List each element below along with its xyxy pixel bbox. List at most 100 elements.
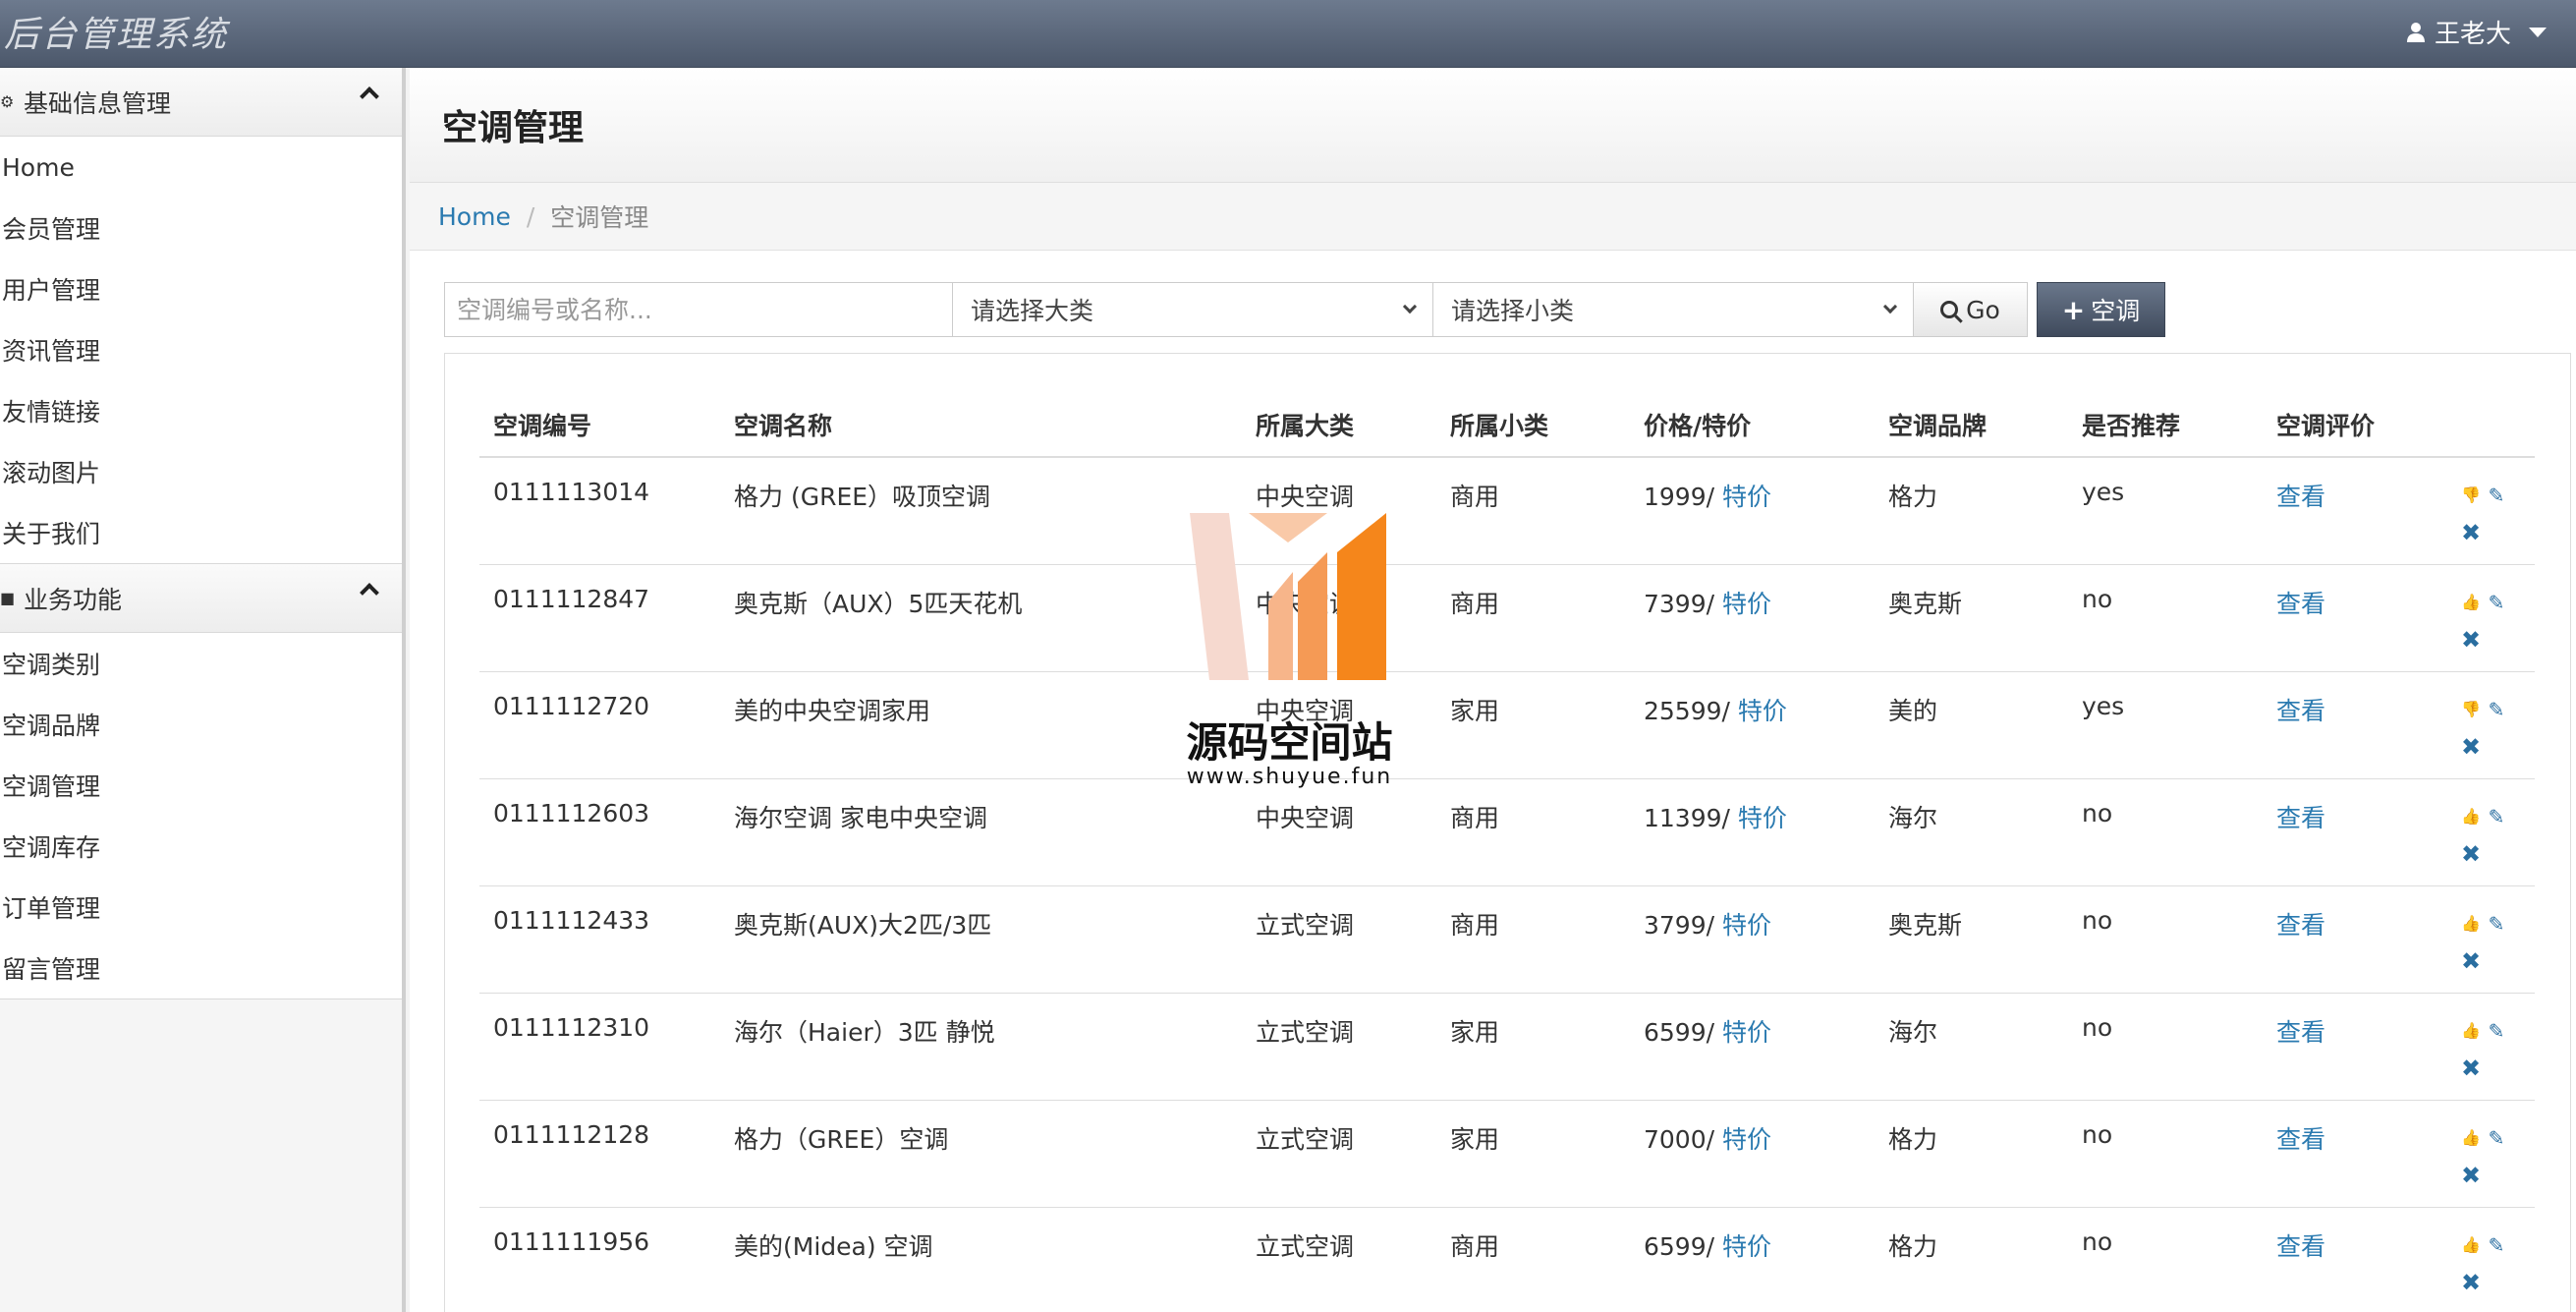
view-review-link[interactable]: 查看 bbox=[2276, 697, 2325, 725]
special-price-link[interactable]: 特价 bbox=[1722, 483, 1771, 511]
delete-x-icon[interactable]: ✖ bbox=[2460, 729, 2482, 765]
edit-pencil-icon[interactable]: ✎ bbox=[2486, 692, 2507, 727]
special-price-link[interactable]: 特价 bbox=[1722, 590, 1771, 618]
thumbs-up-icon[interactable]: 👍 bbox=[2460, 1013, 2482, 1049]
cell-brand: 海尔 bbox=[1875, 993, 2068, 1101]
edit-pencil-icon[interactable]: ✎ bbox=[2486, 585, 2507, 620]
thumbs-down-icon[interactable]: 👎 bbox=[2460, 478, 2482, 513]
thumbs-up-icon[interactable]: 👍 bbox=[2460, 906, 2482, 941]
delete-x-icon[interactable]: ✖ bbox=[2460, 943, 2482, 979]
cell-subcategory: 商用 bbox=[1436, 1207, 1630, 1312]
cell-name: 海尔空调 家电中央空调 bbox=[720, 778, 1242, 886]
special-price-link[interactable]: 特价 bbox=[1722, 1125, 1771, 1154]
sidebar-item[interactable]: 空调管理 bbox=[0, 755, 402, 816]
view-review-link[interactable]: 查看 bbox=[2276, 1018, 2325, 1047]
cell-actions: 👍 ✎ ✖ bbox=[2456, 1207, 2535, 1312]
sidebar-item[interactable]: 空调品牌 bbox=[0, 694, 402, 755]
view-review-link[interactable]: 查看 bbox=[2276, 804, 2325, 832]
category-select[interactable]: 请选择大类 bbox=[953, 282, 1433, 337]
edit-pencil-icon[interactable]: ✎ bbox=[2486, 1013, 2507, 1049]
cell-review: 查看 bbox=[2263, 778, 2456, 886]
delete-x-icon[interactable]: ✖ bbox=[2460, 622, 2482, 657]
view-review-link[interactable]: 查看 bbox=[2276, 911, 2325, 940]
user-menu[interactable]: 王老大 bbox=[2406, 14, 2547, 50]
sidebar-group-header[interactable]: ⚙ 基础信息管理 bbox=[0, 68, 402, 137]
sidebar-item[interactable]: 空调类别 bbox=[0, 633, 402, 694]
edit-pencil-icon[interactable]: ✎ bbox=[2486, 906, 2507, 941]
col-header-name: 空调名称 bbox=[720, 393, 1242, 458]
sidebar-item[interactable]: 友情链接 bbox=[0, 380, 402, 441]
sidebar-item[interactable]: 资讯管理 bbox=[0, 319, 402, 380]
add-button-label: 空调 bbox=[2091, 297, 2141, 325]
thumbs-up-icon[interactable]: 👍 bbox=[2460, 585, 2482, 620]
col-header-category: 所属大类 bbox=[1242, 393, 1436, 458]
sidebar-item[interactable]: 用户管理 bbox=[0, 258, 402, 319]
delete-x-icon[interactable]: ✖ bbox=[2460, 836, 2482, 872]
sidebar-item[interactable]: 会员管理 bbox=[0, 198, 402, 258]
table-row: 0111111956 美的(Midea) 空调 立式空调 商用 6599/ 特价 格力 no… bbox=[479, 1207, 2535, 1312]
view-review-link[interactable]: 查看 bbox=[2276, 1125, 2325, 1154]
delete-x-icon[interactable]: ✖ bbox=[2460, 515, 2482, 550]
go-button[interactable]: Go bbox=[1914, 282, 2028, 337]
page-header: 空调管理 bbox=[410, 68, 2576, 183]
delete-x-icon[interactable]: ✖ bbox=[2460, 1158, 2482, 1193]
cell-recommended: no bbox=[2068, 778, 2263, 886]
user-name: 王老大 bbox=[2434, 20, 2511, 49]
delete-x-icon[interactable]: ✖ bbox=[2460, 1265, 2482, 1300]
subcategory-select[interactable]: 请选择小类 bbox=[1433, 282, 1914, 337]
price-value: 3799/ bbox=[1644, 910, 1715, 940]
special-price-link[interactable]: 特价 bbox=[1722, 911, 1771, 940]
sidebar-item[interactable]: 关于我们 bbox=[0, 502, 402, 563]
edit-pencil-icon[interactable]: ✎ bbox=[2486, 478, 2507, 513]
cell-review: 查看 bbox=[2263, 1100, 2456, 1208]
special-price-link[interactable]: 特价 bbox=[1722, 1018, 1771, 1047]
aircon-table: 空调编号 空调名称 所属大类 所属小类 价格/特价 空调品牌 是否推荐 空调评价… bbox=[479, 393, 2535, 1312]
cell-category: 立式空调 bbox=[1242, 993, 1436, 1101]
cell-name: 海尔（Haier）3匹 静悦 bbox=[720, 993, 1242, 1101]
sidebar-item[interactable]: 留言管理 bbox=[0, 938, 402, 998]
special-price-link[interactable]: 特价 bbox=[1738, 804, 1787, 832]
add-aircon-button[interactable]: + 空调 bbox=[2037, 282, 2165, 337]
col-header-id: 空调编号 bbox=[479, 393, 720, 458]
price-value: 7000/ bbox=[1644, 1124, 1715, 1154]
cell-category: 立式空调 bbox=[1242, 1207, 1436, 1312]
thumbs-up-icon[interactable]: 👍 bbox=[2460, 1120, 2482, 1156]
cell-category: 立式空调 bbox=[1242, 1100, 1436, 1208]
cell-name: 美的(Midea) 空调 bbox=[720, 1207, 1242, 1312]
special-price-link[interactable]: 特价 bbox=[1738, 697, 1787, 725]
edit-pencil-icon[interactable]: ✎ bbox=[2486, 1120, 2507, 1156]
sidebar-item[interactable]: 空调库存 bbox=[0, 816, 402, 877]
cell-id: 0111112128 bbox=[479, 1100, 720, 1208]
col-header-review: 空调评价 bbox=[2263, 393, 2456, 458]
sidebar-item[interactable]: 订单管理 bbox=[0, 877, 402, 938]
cell-recommended: no bbox=[2068, 993, 2263, 1101]
cell-brand: 格力 bbox=[1875, 1100, 2068, 1208]
cell-price: 25599/ 特价 bbox=[1630, 671, 1875, 779]
price-value: 1999/ bbox=[1644, 483, 1715, 511]
sidebar-item[interactable]: 滚动图片 bbox=[0, 441, 402, 502]
edit-pencil-icon[interactable]: ✎ bbox=[2486, 799, 2507, 834]
thumbs-down-icon[interactable]: 👎 bbox=[2460, 692, 2482, 727]
cell-recommended: no bbox=[2068, 1100, 2263, 1208]
search-input[interactable] bbox=[444, 282, 953, 337]
edit-pencil-icon[interactable]: ✎ bbox=[2486, 1227, 2507, 1263]
delete-x-icon[interactable]: ✖ bbox=[2460, 1051, 2482, 1086]
cell-price: 1999/ 特价 bbox=[1630, 457, 1875, 565]
cell-brand: 格力 bbox=[1875, 1207, 2068, 1312]
table-row: 0111112310 海尔（Haier）3匹 静悦 立式空调 家用 6599/ 特价 海尔… bbox=[479, 993, 2535, 1101]
thumbs-up-icon[interactable]: 👍 bbox=[2460, 1227, 2482, 1263]
cell-actions: 👍 ✎ ✖ bbox=[2456, 564, 2535, 672]
cell-actions: 👍 ✎ ✖ bbox=[2456, 778, 2535, 886]
special-price-link[interactable]: 特价 bbox=[1722, 1232, 1771, 1261]
view-review-link[interactable]: 查看 bbox=[2276, 483, 2325, 511]
cell-actions: 👍 ✎ ✖ bbox=[2456, 885, 2535, 994]
thumbs-up-icon[interactable]: 👍 bbox=[2460, 799, 2482, 834]
sidebar-group-header[interactable]: ■ 业务功能 bbox=[0, 564, 402, 633]
price-value: 25599/ bbox=[1644, 696, 1730, 725]
cell-id: 0111112720 bbox=[479, 671, 720, 779]
view-review-link[interactable]: 查看 bbox=[2276, 590, 2325, 618]
breadcrumb-separator: / bbox=[526, 201, 535, 231]
view-review-link[interactable]: 查看 bbox=[2276, 1232, 2325, 1261]
sidebar-item[interactable]: Home bbox=[0, 137, 402, 198]
breadcrumb-home-link[interactable]: Home bbox=[438, 202, 511, 231]
